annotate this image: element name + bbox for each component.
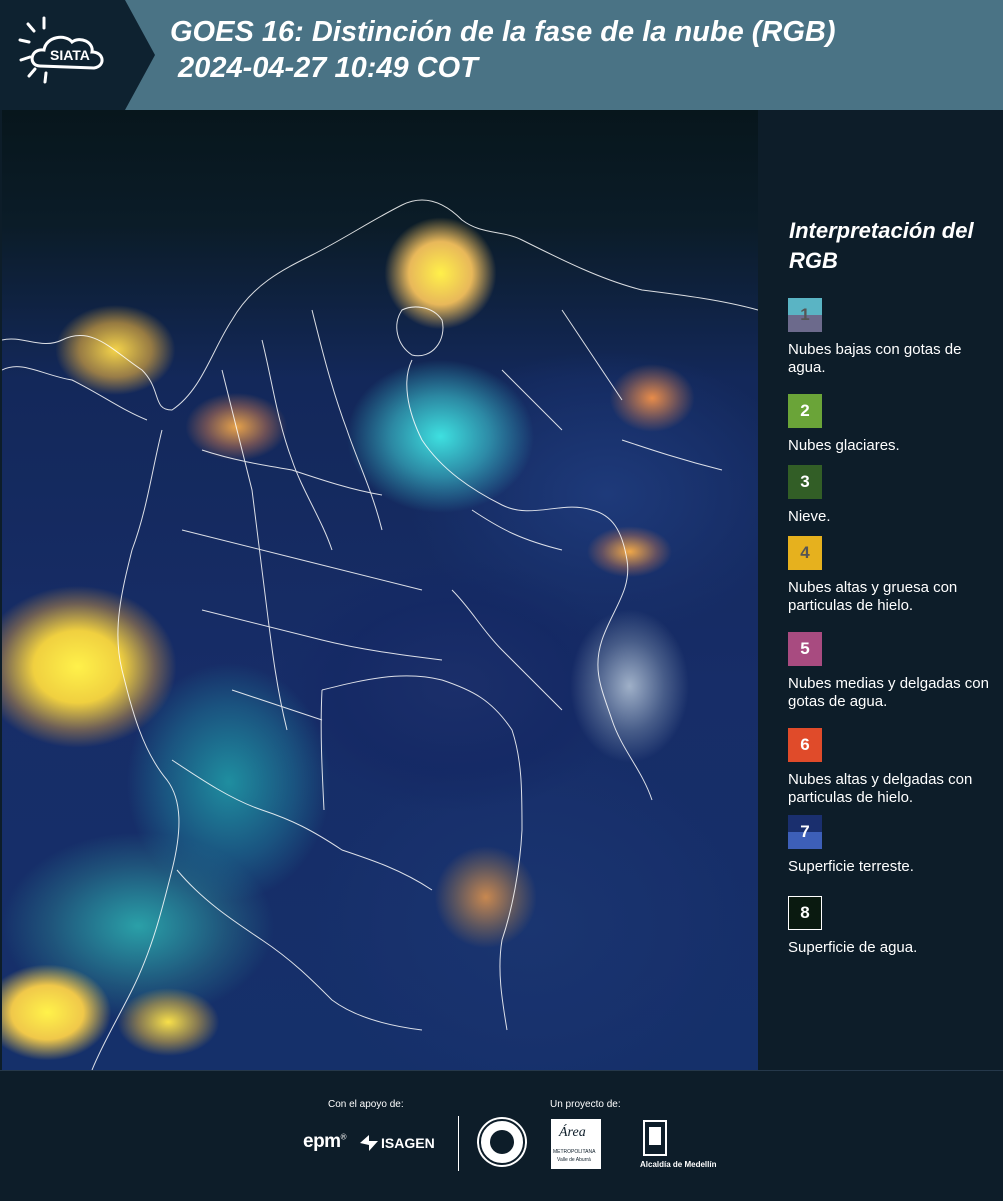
legend-number-4: 4 <box>800 543 810 562</box>
header-bar: SIATA GOES 16: Distinción de la fase de … <box>0 0 1003 110</box>
legend-swatch-4: 4 <box>788 536 822 570</box>
legend-item-8: 8 Superficie de agua. <box>788 896 1000 957</box>
title-line-1: GOES 16: Distinción de la fase de la nub… <box>170 16 836 48</box>
legend-number-8: 8 <box>800 903 810 922</box>
footer: Con el apoyo de: Un proyecto de: epm® IS… <box>0 1070 1003 1201</box>
legend-item-3: 3 Nieve. <box>788 465 1000 526</box>
project-label: Un proyecto de: <box>550 1099 621 1110</box>
legend-label-2: Nubes glaciares. <box>788 437 900 454</box>
epm-logo: epm® <box>303 1131 347 1152</box>
borders-overlay <box>2 199 758 1070</box>
legend-swatch-8: 8 <box>788 896 822 930</box>
page-title: GOES 16: Distinción de la fase de la nub… <box>170 14 836 86</box>
isagen-logo: ISAGEN <box>360 1135 435 1151</box>
legend-number-7: 7 <box>800 822 810 841</box>
legend-number-3: 3 <box>800 472 810 491</box>
legend-number-5: 5 <box>800 639 810 658</box>
legend-label-6: Nubes altas y delgadas con particulas de… <box>788 771 973 806</box>
footer-divider <box>458 1116 459 1171</box>
legend-item-5: 5 Nubes medias y delgadas con gotas de ag… <box>788 632 1000 711</box>
legend-swatch-3: 3 <box>788 465 822 499</box>
legend-swatch-2: 2 <box>788 394 822 428</box>
legend-label-1: Nubes bajas con gotas de agua. <box>788 341 962 376</box>
support-label: Con el apoyo de: <box>328 1099 404 1110</box>
legend-item-2: 2 Nubes glaciares. <box>788 394 1000 455</box>
siata-logo: SIATA <box>0 0 155 110</box>
isagen-icon <box>360 1135 378 1151</box>
legend-number-6: 6 <box>800 735 810 754</box>
legend-label-8: Superficie de agua. <box>788 939 918 956</box>
legend-number-1: 1 <box>800 305 810 324</box>
title-line-2: 2024-04-27 10:49 COT <box>170 52 478 84</box>
legend-number-2: 2 <box>800 401 810 420</box>
legend-item-4: 4 Nubes altas y gruesa con particulas de … <box>788 536 1000 615</box>
area-metropolitana-logo: Área METROPOLITANA Valle de Aburrá <box>551 1119 601 1169</box>
legend-swatch-5: 5 <box>788 632 822 666</box>
legend-swatch-1: 1 <box>788 298 822 332</box>
legend-item-6: 6 Nubes altas y delgadas con particulas d… <box>788 728 1000 807</box>
legend-label-4: Nubes altas y gruesa con particulas de h… <box>788 579 958 614</box>
coat-of-arms-icon <box>643 1120 667 1156</box>
seal-logo <box>477 1117 527 1167</box>
legend-title: Interpretación del RGB <box>789 218 974 273</box>
satellite-map <box>2 110 758 1070</box>
legend-item-7: 7 Superficie terreste. <box>788 815 1000 876</box>
alcaldia-text: Alcaldía de Medellín <box>640 1160 717 1169</box>
legend-label-3: Nieve. <box>788 508 831 525</box>
legend-label-7: Superficie terreste. <box>788 858 914 875</box>
siata-logo-text: SIATA <box>50 47 90 63</box>
legend-item-1: 1 Nubes bajas con gotas de agua. <box>788 298 1000 377</box>
legend-swatch-7: 7 <box>788 815 822 849</box>
legend-swatch-6: 6 <box>788 728 822 762</box>
legend-label-5: Nubes medias y delgadas con gotas de agu… <box>788 675 989 710</box>
